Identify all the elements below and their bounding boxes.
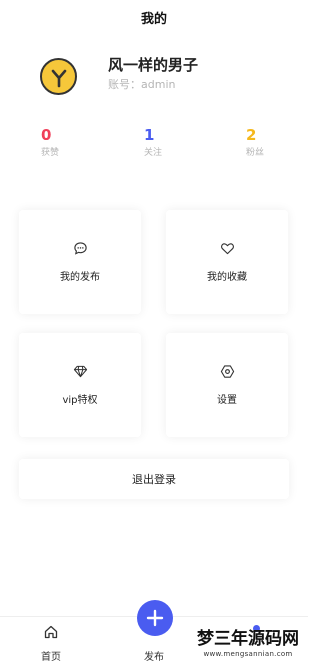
y-logo-icon: [51, 69, 66, 87]
my-favorites-card[interactable]: 我的收藏: [166, 210, 288, 314]
settings-label: 设置: [217, 395, 237, 406]
page-title: 我的: [140, 11, 167, 27]
chat-bubble-icon: [73, 241, 88, 256]
vip-label: vip特权: [62, 395, 98, 406]
settings-card[interactable]: 设置: [166, 333, 288, 437]
dot-icon: [253, 625, 260, 632]
stat-likes[interactable]: 0 获赞: [41, 126, 101, 158]
diamond-icon: [73, 364, 88, 379]
profile-account: 账号：admin: [108, 78, 176, 91]
tab-publish-label: 发布: [144, 652, 164, 663]
my-posts-label: 我的发布: [60, 272, 100, 283]
profile-section: 风一样的男子 账号：admin: [0, 48, 308, 108]
heart-icon: [220, 241, 235, 256]
home-icon: [44, 625, 58, 639]
stat-follows-label: 关注: [144, 148, 163, 158]
publish-button[interactable]: [137, 600, 173, 636]
logout-button[interactable]: 退出登录: [19, 459, 289, 499]
stats-bar: 0 获赞 1 关注 2 粉丝: [0, 126, 308, 166]
profile-name: 风一样的男子: [108, 56, 199, 74]
tab-me[interactable]: [226, 617, 286, 665]
stat-follows[interactable]: 1 关注: [144, 126, 204, 158]
page-header: 我的: [0, 0, 308, 34]
stat-likes-value: 0: [41, 126, 52, 144]
tab-home[interactable]: 首页: [21, 617, 81, 665]
settings-hexagon-icon: [220, 364, 235, 379]
stat-likes-label: 获赞: [41, 148, 60, 158]
tab-home-label: 首页: [41, 652, 61, 663]
vip-card[interactable]: vip特权: [19, 333, 141, 437]
plus-icon: [146, 609, 164, 627]
avatar[interactable]: [40, 58, 77, 95]
stat-follows-value: 1: [144, 126, 155, 144]
my-posts-card[interactable]: 我的发布: [19, 210, 141, 314]
my-favorites-label: 我的收藏: [207, 272, 247, 283]
stat-fans[interactable]: 2 粉丝: [246, 126, 306, 158]
stat-fans-value: 2: [246, 126, 257, 144]
stat-fans-label: 粉丝: [246, 148, 265, 158]
